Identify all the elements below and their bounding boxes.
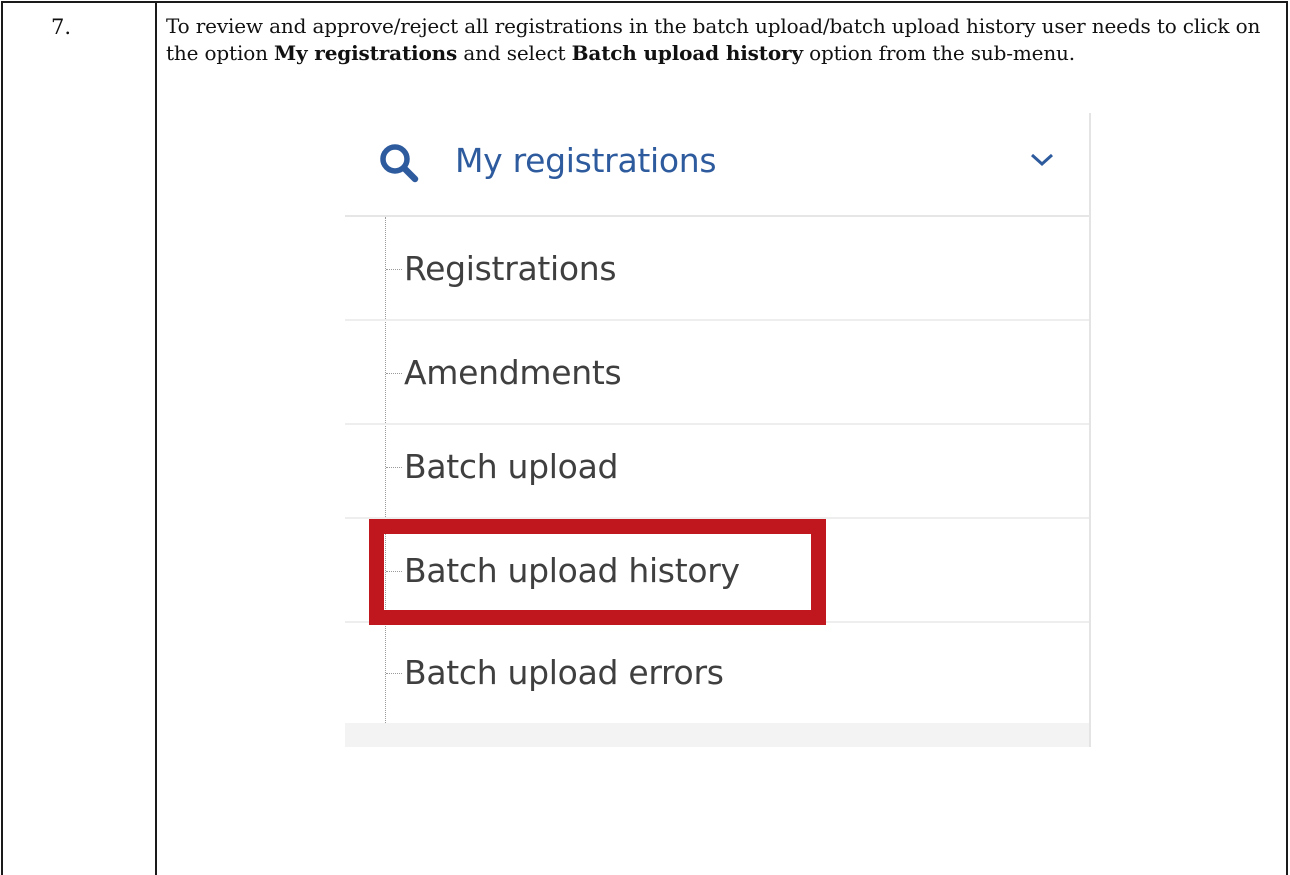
submenu-item-registrations[interactable]: Registrations <box>345 217 1089 321</box>
menu-screenshot: My registrations Registrations Amendment… <box>345 113 1091 747</box>
submenu-item-label: Batch upload history <box>404 551 740 590</box>
tree-branch <box>386 673 402 674</box>
instruction-table: 7. To review and approve/reject all regi… <box>1 1 1288 875</box>
instruction-bold-batch-upload-history: Batch upload history <box>571 41 803 65</box>
tree-branch <box>386 571 402 572</box>
submenu-item-label: Amendments <box>404 353 622 392</box>
submenu-item-batch-upload-errors[interactable]: Batch upload errors <box>345 621 1089 725</box>
instruction-bold-my-registrations: My registrations <box>274 41 458 65</box>
menu-border <box>1089 113 1091 747</box>
menu-footer <box>345 723 1089 747</box>
submenu-item-batch-upload[interactable]: Batch upload <box>345 415 1089 519</box>
tree-branch <box>386 467 402 468</box>
tree-branch <box>386 373 402 374</box>
submenu-item-label: Batch upload <box>404 447 619 486</box>
submenu-item-label: Batch upload errors <box>404 653 724 692</box>
instruction-text-part: option from the sub-menu. <box>802 41 1075 65</box>
tree-branch <box>386 269 402 270</box>
submenu-item-batch-upload-history[interactable]: Batch upload history <box>345 519 1089 623</box>
menu-title: My registrations <box>455 141 717 180</box>
search-icon <box>379 143 419 183</box>
step-number: 7. <box>51 15 72 39</box>
instruction-text: To review and approve/reject all registr… <box>166 13 1276 67</box>
instruction-text-part: and select <box>457 41 572 65</box>
chevron-down-icon[interactable] <box>1029 151 1055 169</box>
submenu-item-label: Registrations <box>404 249 617 288</box>
column-divider <box>155 3 157 875</box>
menu-header-my-registrations[interactable]: My registrations <box>345 113 1089 217</box>
submenu-item-amendments[interactable]: Amendments <box>345 321 1089 425</box>
